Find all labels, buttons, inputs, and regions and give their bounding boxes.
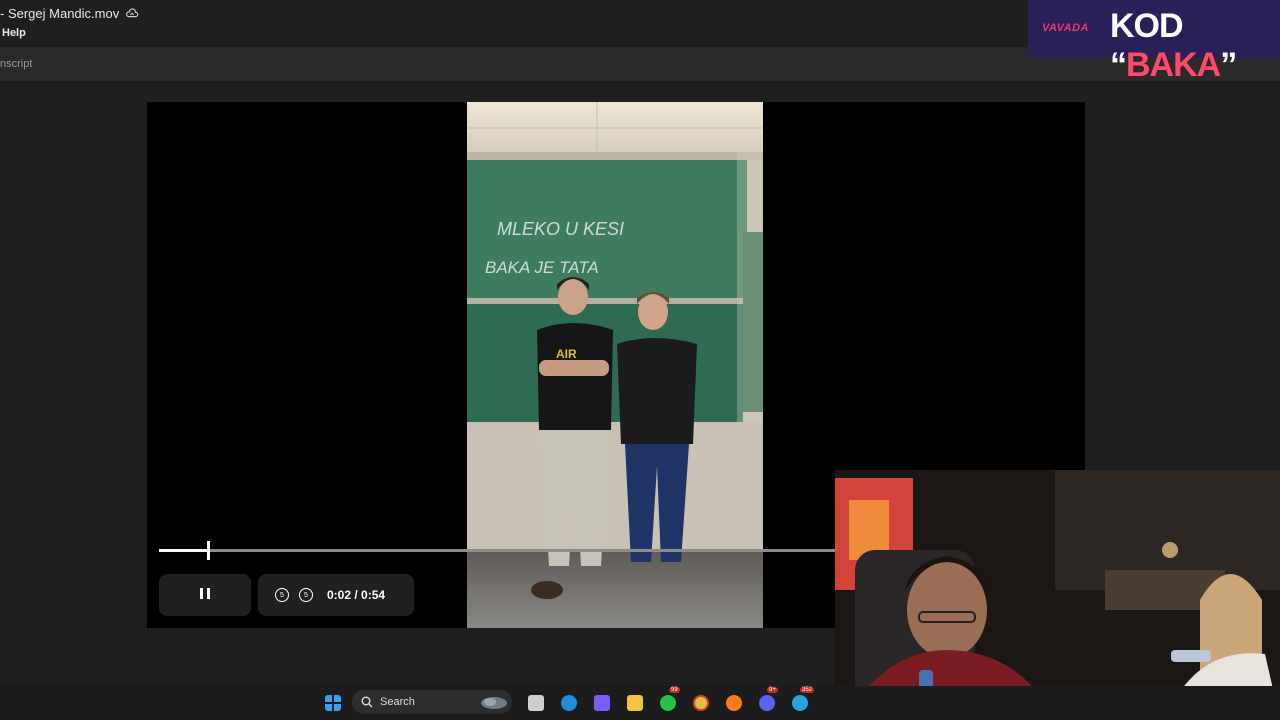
whatsapp-icon[interactable]: 99 [660,687,680,711]
search-icon [361,696,373,708]
discord-badge: 9+ [767,687,778,693]
seek-bar[interactable] [159,541,849,560]
telegram-badge: 352 [800,687,815,693]
time-display: 0:02 / 0:54 [327,588,386,602]
firefox-icon[interactable] [726,695,742,711]
window-title: - Sergej Mandic.mov [0,6,120,21]
toolbar-transcript-label[interactable]: nscript [0,58,32,70]
taskbar: 99 9+ 352 [0,686,1280,720]
edge-icon[interactable] [561,695,577,711]
whatsapp-badge: 99 [669,687,680,693]
menu-help[interactable]: Help [2,27,26,39]
rewind-5s-icon[interactable]: 5 [275,588,289,602]
sponsor-banner: VAVADA KOD “BAKA” [1028,0,1280,84]
webcam-overlay [835,470,1280,720]
search-highlight-icon [481,697,507,709]
windows-start-icon[interactable] [325,695,341,711]
copilot-icon[interactable] [594,695,610,711]
sponsor-logo: VAVADA [1042,22,1089,34]
seek-bar-played [159,549,207,552]
shirt-text: AIR [556,347,577,361]
board-text-line-1: MLEKO U KESI [497,219,624,239]
pause-icon [198,586,212,604]
taskbar-search[interactable]: Search [352,690,512,714]
promo-code: KOD “BAKA” [1110,7,1237,84]
task-view-icon[interactable] [528,695,544,711]
playback-controls: 5 5 0:02 / 0:54 [258,574,414,616]
board-text-line-2: BAKA JE TATA [485,258,599,277]
cloud-sync-icon[interactable] [125,7,139,21]
search-label: Search [380,696,415,708]
discord-icon[interactable]: 9+ [759,687,778,711]
forward-5s-icon[interactable]: 5 [299,588,313,602]
title-row: - Sergej Mandic.mov [0,6,139,21]
chrome-icon[interactable] [693,695,709,711]
seek-bar-handle[interactable] [207,541,210,560]
telegram-icon[interactable]: 352 [792,687,815,711]
webcam-scene [835,470,1280,720]
pause-button[interactable] [159,574,251,616]
file-explorer-icon[interactable] [627,695,643,711]
